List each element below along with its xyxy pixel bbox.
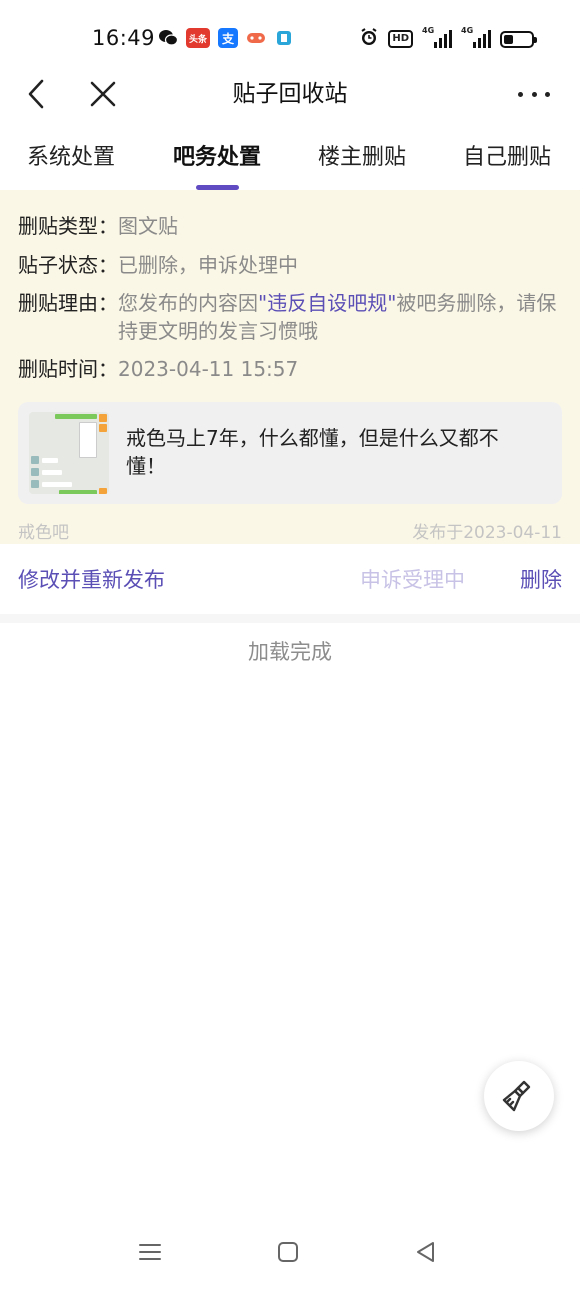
post-status-value: 已删除，申诉处理中 xyxy=(118,253,298,277)
delete-button[interactable]: 删除 xyxy=(520,564,562,594)
tab-system[interactable]: 系统处置 xyxy=(27,140,115,176)
delete-reason-label: 删贴理由： xyxy=(18,291,118,315)
delete-type-value: 图文贴 xyxy=(118,214,178,238)
broom-icon xyxy=(502,1080,531,1112)
tab-bar: 系统处置 吧务处置 楼主删贴 自己删贴 xyxy=(0,140,580,192)
rule-link[interactable]: "违反自设吧规" xyxy=(258,291,396,315)
section-divider xyxy=(0,614,580,623)
more-dot xyxy=(518,91,523,97)
menu-button[interactable] xyxy=(136,1238,164,1266)
post-status-row: 贴子状态： 已删除，申诉处理中 xyxy=(18,251,298,279)
delete-time-row: 删贴时间： 2023-04-11 15:57 xyxy=(18,355,298,383)
reason-prefix: 您发布的内容因 xyxy=(118,291,258,315)
film-icon xyxy=(274,28,294,48)
page-title: 贴子回收站 xyxy=(232,81,348,107)
battery-icon xyxy=(500,30,537,48)
triangle-back-icon xyxy=(417,1242,434,1262)
hd-voice-icon: HD xyxy=(388,30,413,48)
more-dot xyxy=(531,91,537,97)
alarm-icon xyxy=(359,27,379,51)
system-nav-bar xyxy=(0,1230,580,1275)
forum-name[interactable]: 戒色吧 xyxy=(18,518,69,543)
menu-icon xyxy=(139,1244,161,1260)
post-status-label: 贴子状态： xyxy=(18,253,118,277)
game-icon xyxy=(246,28,266,48)
action-row: 修改并重新发布 申诉受理中 删除 xyxy=(0,544,580,614)
delete-reason-row: 删贴理由： 您发布的内容因"违反自设吧规"被吧务删除，请保持更文明的发言习惯哦 xyxy=(18,289,558,345)
post-preview[interactable]: 戒色马上7年，什么都懂，但是什么又都不懂！ xyxy=(18,402,562,504)
tab-thread-owner[interactable]: 楼主删贴 xyxy=(318,140,406,176)
alipay-icon: 支 xyxy=(218,28,238,48)
status-indicators: HD 4G 4G xyxy=(359,26,537,51)
delete-reason-value: 您发布的内容因"违反自设吧规"被吧务删除，请保持更文明的发言习惯哦 xyxy=(118,289,558,345)
more-dot xyxy=(545,91,550,97)
more-button[interactable] xyxy=(518,82,550,106)
system-back-button[interactable] xyxy=(412,1238,440,1266)
clean-fab-button[interactable] xyxy=(484,1061,554,1131)
signal-icon-1: 4G xyxy=(422,26,452,48)
wechat-icon xyxy=(158,28,178,48)
home-icon xyxy=(278,1242,298,1262)
post-title: 戒色马上7年，什么都懂，但是什么又都不懂！ xyxy=(126,426,499,478)
signal-icon-2: 4G xyxy=(461,26,491,48)
edit-republish-button[interactable]: 修改并重新发布 xyxy=(18,564,165,594)
tab-moderator[interactable]: 吧务处置 xyxy=(173,140,261,176)
status-app-icons: 头条 支 xyxy=(158,28,294,48)
nav-bar: 贴子回收站 xyxy=(0,78,580,128)
home-button[interactable] xyxy=(274,1238,302,1266)
delete-time-value: 2023-04-11 15:57 xyxy=(118,357,299,381)
delete-type-label: 删贴类型： xyxy=(18,214,118,238)
tab-self-deleted[interactable]: 自己删贴 xyxy=(463,140,551,176)
status-time: 16:49 xyxy=(92,26,156,50)
post-date: 发布于2023-04-11 xyxy=(412,523,562,543)
delete-type-row: 删贴类型： 图文贴 xyxy=(18,212,178,240)
load-complete-text: 加载完成 xyxy=(248,640,332,664)
deleted-post-card: 删贴类型： 图文贴 贴子状态： 已删除，申诉处理中 删贴理由： 您发布的内容因"… xyxy=(0,190,580,544)
toutiao-icon: 头条 xyxy=(186,28,210,48)
post-thumbnail xyxy=(29,412,109,494)
status-bar: 16:49 头条 支 HD 4G 4G xyxy=(0,0,580,78)
delete-time-label: 删贴时间： xyxy=(18,357,118,381)
appeal-status-button: 申诉受理中 xyxy=(360,568,465,592)
